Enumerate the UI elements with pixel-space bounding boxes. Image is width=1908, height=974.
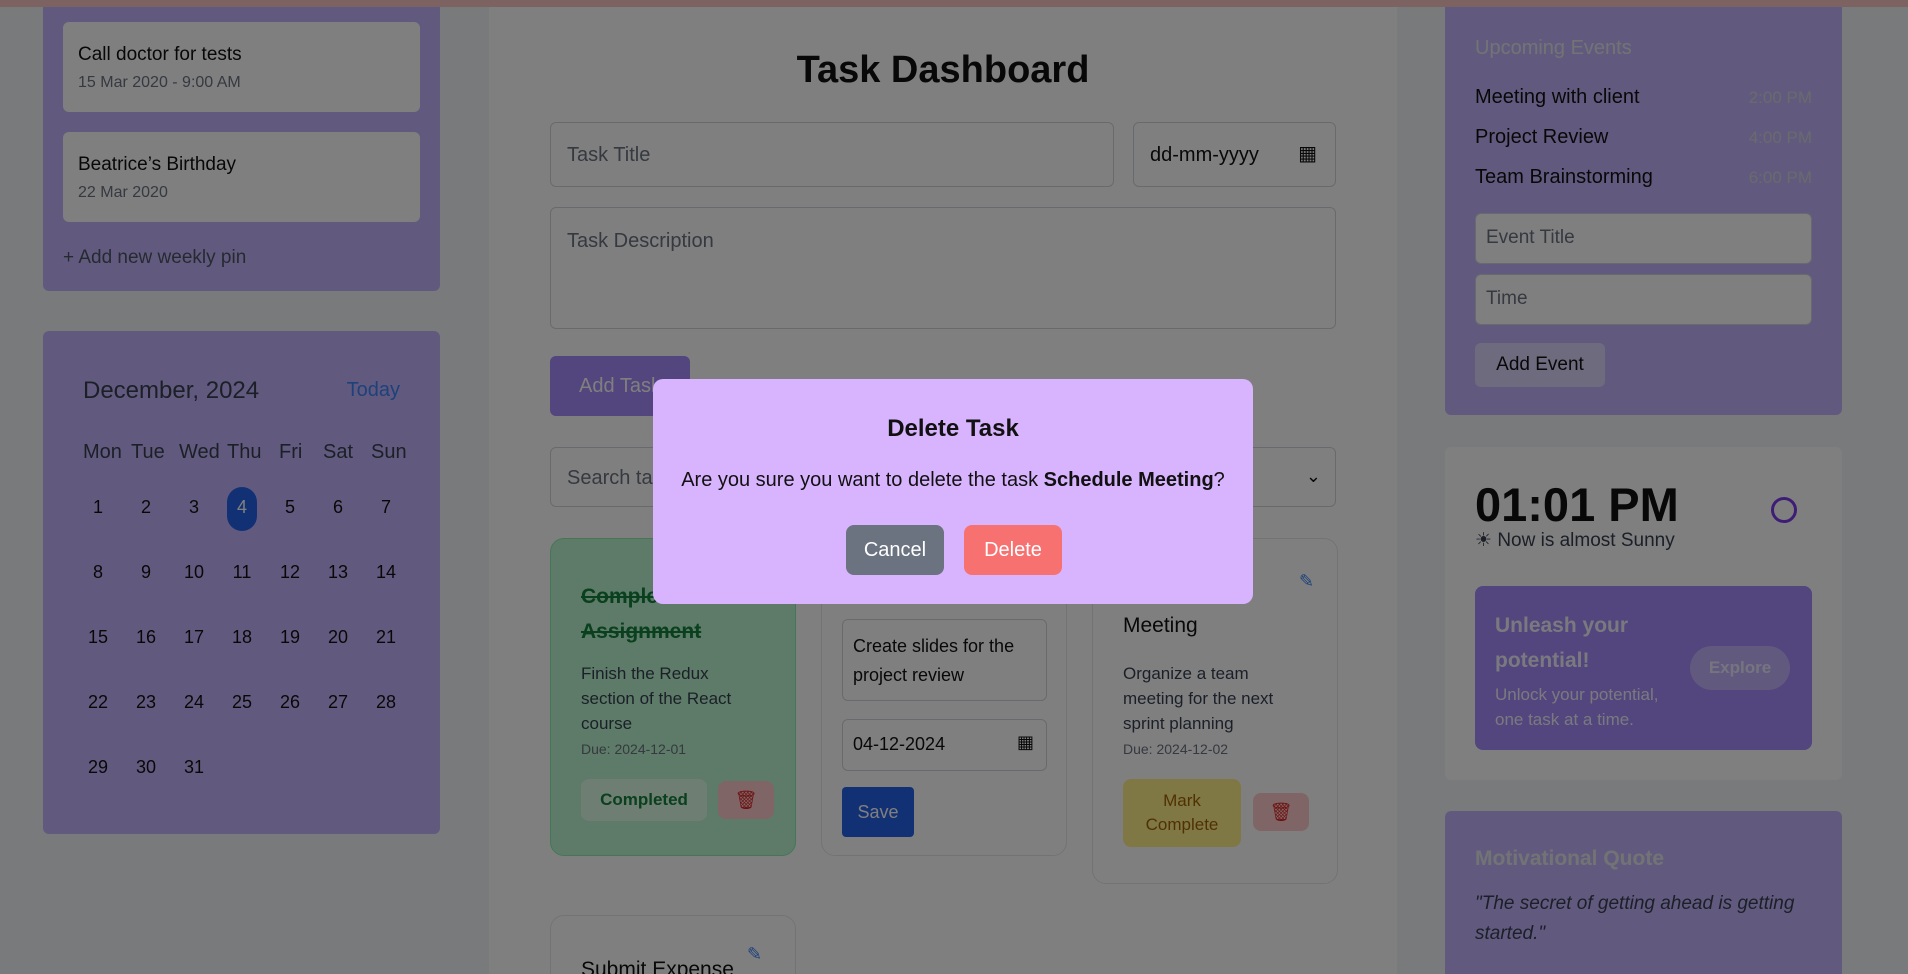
- delete-task-modal: Delete Task Are you sure you want to del…: [653, 379, 1253, 604]
- modal-message-suffix: ?: [1213, 469, 1225, 491]
- modal-message-prefix: Are you sure you want to delete the task: [681, 469, 1044, 491]
- modal-task-name: Schedule Meeting: [1043, 469, 1214, 491]
- cancel-button[interactable]: Cancel: [846, 525, 944, 575]
- modal-message: Are you sure you want to delete the task…: [653, 469, 1253, 492]
- delete-button[interactable]: Delete: [964, 525, 1062, 575]
- modal-title: Delete Task: [887, 415, 1019, 442]
